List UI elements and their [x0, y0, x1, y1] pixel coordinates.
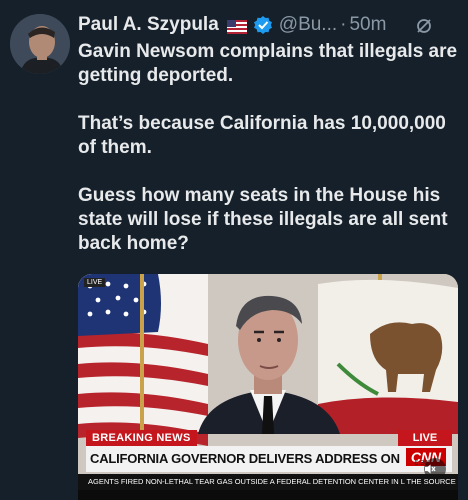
corner-live-bug: LIVE — [84, 278, 106, 287]
tweet-header: Paul A. Szypula @Bu... · 50m — [78, 12, 458, 38]
separator-dot: · — [340, 14, 347, 35]
tweet-paragraph: Gavin Newsom complains that illegals are… — [78, 41, 458, 86]
breaking-news-label: BREAKING NEWS — [86, 430, 197, 446]
live-label: LIVE — [398, 430, 452, 446]
tweet-paragraph: Guess how many seats in the House his st… — [78, 185, 448, 254]
us-flag-icon — [226, 18, 247, 34]
timestamp[interactable]: 50m — [349, 14, 386, 36]
tweet-paragraph: That’s because California has 10,000,000… — [78, 113, 446, 158]
author-handle[interactable]: @Bu... — [279, 14, 337, 36]
chyron-headline: CALIFORNIA GOVERNOR DELIVERS ADDRESS ON … — [86, 446, 400, 472]
california-flag-backdrop — [318, 279, 458, 434]
news-ticker: AGENTS FIRED NON-LETHAL TEAR GAS OUTSIDE… — [78, 474, 458, 490]
ticker-bottom-bar — [78, 490, 458, 500]
author-avatar[interactable] — [10, 14, 70, 74]
verified-badge-icon — [253, 15, 273, 35]
author-name[interactable]: Paul A. Szypula — [78, 14, 219, 36]
grok-icon[interactable] — [414, 16, 434, 36]
video-player[interactable]: LIVE BREAKING NEWS LIVE CALIFORNIA GOVER… — [78, 274, 458, 500]
tweet-text: Gavin Newsom complains that illegals are… — [78, 40, 458, 280]
